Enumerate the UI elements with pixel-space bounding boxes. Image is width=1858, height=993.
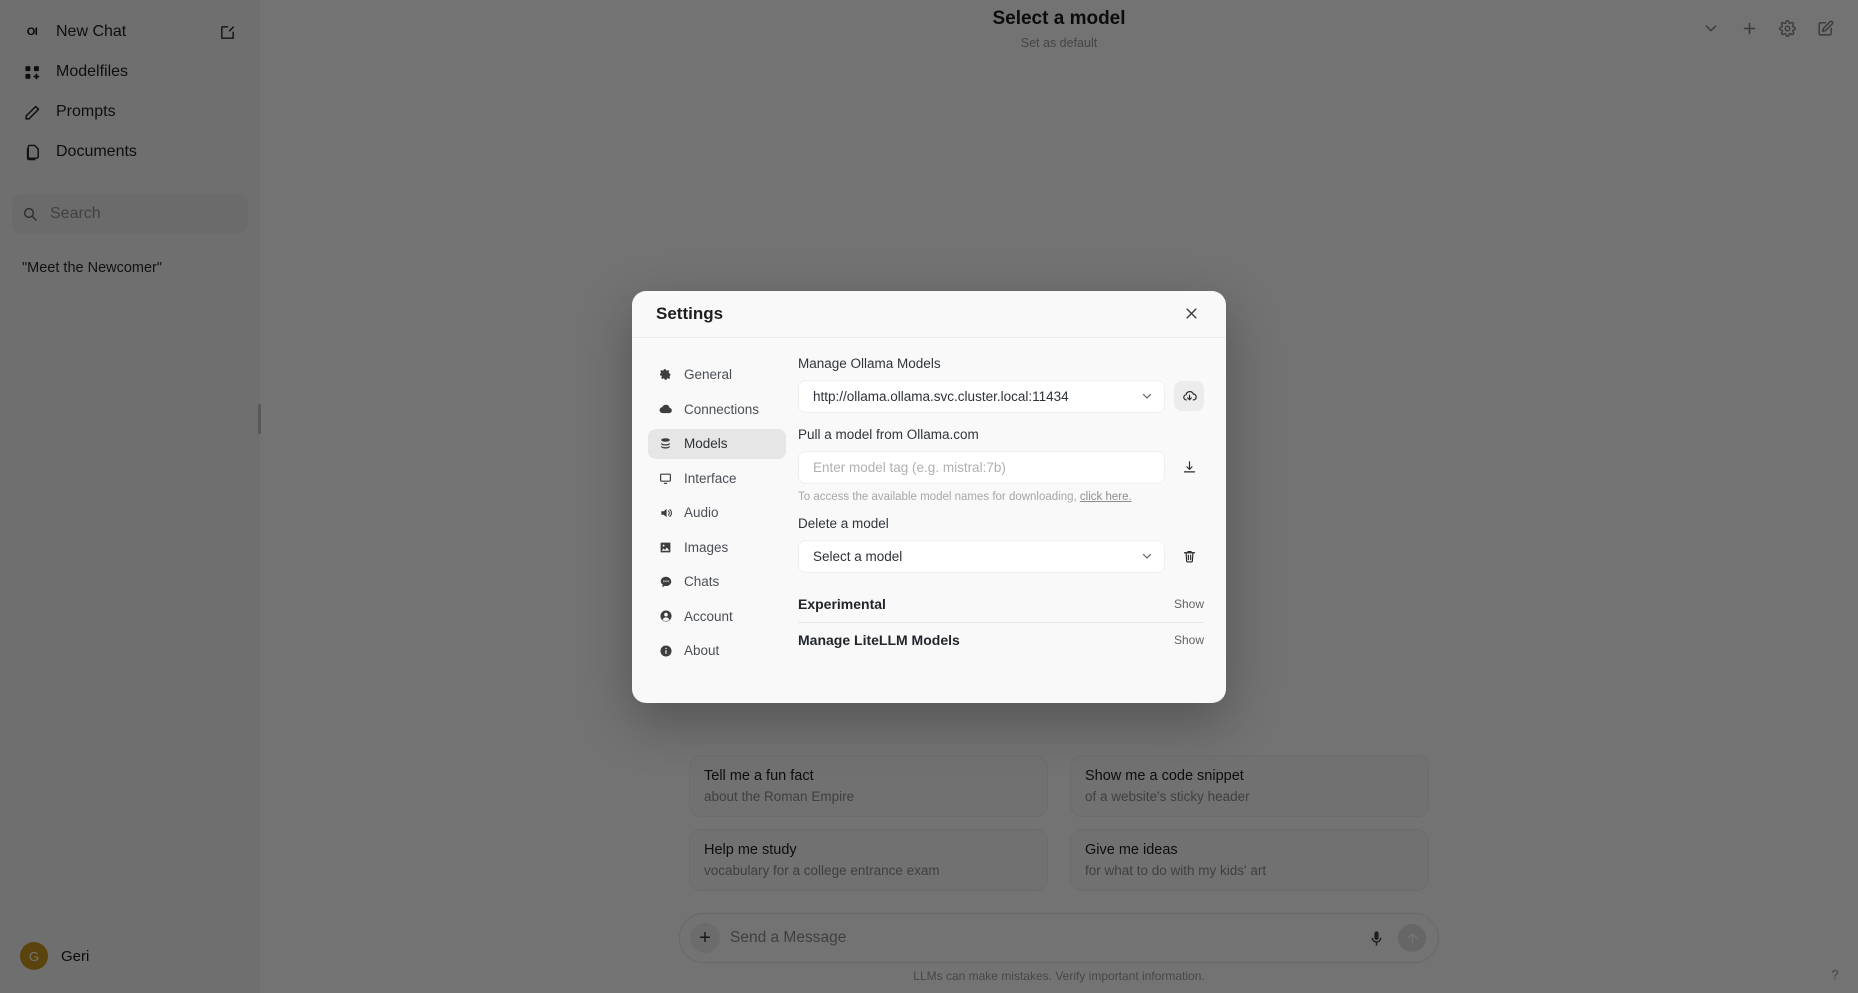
settings-nav-connections[interactable]: Connections bbox=[648, 394, 786, 424]
delete-model-label: Delete a model bbox=[798, 515, 889, 531]
chat-bubble-icon bbox=[658, 574, 673, 589]
download-cloud-icon bbox=[1182, 389, 1197, 404]
ollama-refresh-button[interactable] bbox=[1174, 381, 1204, 411]
litellm-label: Manage LiteLLM Models bbox=[798, 631, 960, 648]
plus-icon[interactable] bbox=[1738, 17, 1760, 39]
delete-model-select[interactable]: Select a model bbox=[798, 539, 1165, 573]
hint-prefix-text: To access the available model names for … bbox=[798, 490, 1080, 503]
pull-model-hint: To access the available model names for … bbox=[798, 491, 1204, 503]
pull-model-label: Pull a model from Ollama.com bbox=[798, 426, 979, 442]
settings-nav-label: General bbox=[684, 367, 733, 382]
settings-nav-general[interactable]: General bbox=[648, 360, 786, 390]
settings-nav-audio[interactable]: Audio bbox=[648, 498, 786, 528]
settings-nav-label: Account bbox=[684, 608, 733, 624]
trash-icon bbox=[1182, 549, 1197, 564]
settings-nav-label: Chats bbox=[684, 574, 720, 589]
model-tag-placeholder: Enter model tag (e.g. mistral:7b) bbox=[813, 459, 1006, 475]
pull-model-row: Enter model tag (e.g. mistral:7b) bbox=[798, 450, 1204, 484]
settings-nav-label: Models bbox=[684, 436, 728, 451]
experimental-label: Experimental bbox=[798, 595, 886, 612]
experimental-row[interactable]: Experimental Show bbox=[798, 587, 1204, 622]
settings-nav-account[interactable]: Account bbox=[648, 601, 786, 631]
edit-square-icon[interactable] bbox=[1814, 17, 1836, 39]
settings-nav-label: Images bbox=[684, 539, 729, 555]
models-settings-panel: Manage Ollama Models http://ollama.ollam… bbox=[798, 354, 1204, 681]
pull-model-button[interactable] bbox=[1174, 452, 1204, 482]
image-icon bbox=[658, 540, 673, 555]
user-circle-icon bbox=[658, 609, 673, 624]
settings-nav-chats[interactable]: Chats bbox=[648, 567, 786, 597]
click-here-link[interactable]: click here. bbox=[1080, 491, 1132, 503]
settings-nav-label: Audio bbox=[684, 505, 719, 520]
manage-ollama-label: Manage Ollama Models bbox=[798, 355, 941, 371]
settings-nav-interface[interactable]: Interface bbox=[648, 463, 786, 493]
close-icon[interactable] bbox=[1180, 303, 1202, 325]
delete-model-value: Select a model bbox=[813, 548, 903, 564]
monitor-icon bbox=[658, 471, 673, 486]
settings-nav-label: About bbox=[684, 643, 720, 658]
modal-header: Settings bbox=[632, 291, 1226, 338]
settings-nav-about[interactable]: About bbox=[648, 636, 786, 666]
chevron-down-icon bbox=[1140, 389, 1154, 403]
settings-nav-label: Connections bbox=[684, 401, 760, 417]
gear-icon[interactable] bbox=[1776, 17, 1798, 39]
chevron-down-icon bbox=[1140, 549, 1154, 563]
top-bar-actions bbox=[1700, 17, 1836, 39]
delete-model-button[interactable] bbox=[1174, 541, 1204, 571]
litellm-row[interactable]: Manage LiteLLM Models Show bbox=[798, 623, 1204, 658]
model-tag-input[interactable]: Enter model tag (e.g. mistral:7b) bbox=[798, 450, 1165, 484]
settings-nav-label: Interface bbox=[684, 470, 737, 486]
info-icon bbox=[658, 643, 673, 658]
settings-nav-images[interactable]: Images bbox=[648, 532, 786, 562]
speaker-icon bbox=[658, 505, 673, 520]
settings-modal: Settings General Connections Models Inte… bbox=[632, 290, 1226, 703]
chevron-down-icon[interactable] bbox=[1700, 17, 1722, 39]
app-root: OI New Chat bbox=[0, 0, 1858, 993]
ollama-url-value: http://ollama.ollama.svc.cluster.local:1… bbox=[813, 388, 1069, 404]
litellm-show-link[interactable]: Show bbox=[1174, 633, 1204, 647]
modal-body: General Connections Models Interface Aud… bbox=[632, 338, 1226, 703]
delete-model-row: Select a model bbox=[798, 539, 1204, 573]
modal-title: Settings bbox=[656, 303, 724, 323]
ollama-url-select[interactable]: http://ollama.ollama.svc.cluster.local:1… bbox=[798, 379, 1165, 413]
modal-overlay[interactable]: Settings General Connections Models Inte… bbox=[0, 0, 1858, 993]
download-icon bbox=[1182, 460, 1197, 475]
database-icon bbox=[658, 436, 673, 451]
settings-nav: General Connections Models Interface Aud… bbox=[648, 354, 786, 681]
gear-icon bbox=[658, 367, 673, 382]
settings-nav-models[interactable]: Models bbox=[648, 428, 786, 459]
ollama-url-row: http://ollama.ollama.svc.cluster.local:1… bbox=[798, 379, 1204, 413]
cloud-icon bbox=[658, 402, 673, 417]
experimental-show-link[interactable]: Show bbox=[1174, 597, 1204, 611]
